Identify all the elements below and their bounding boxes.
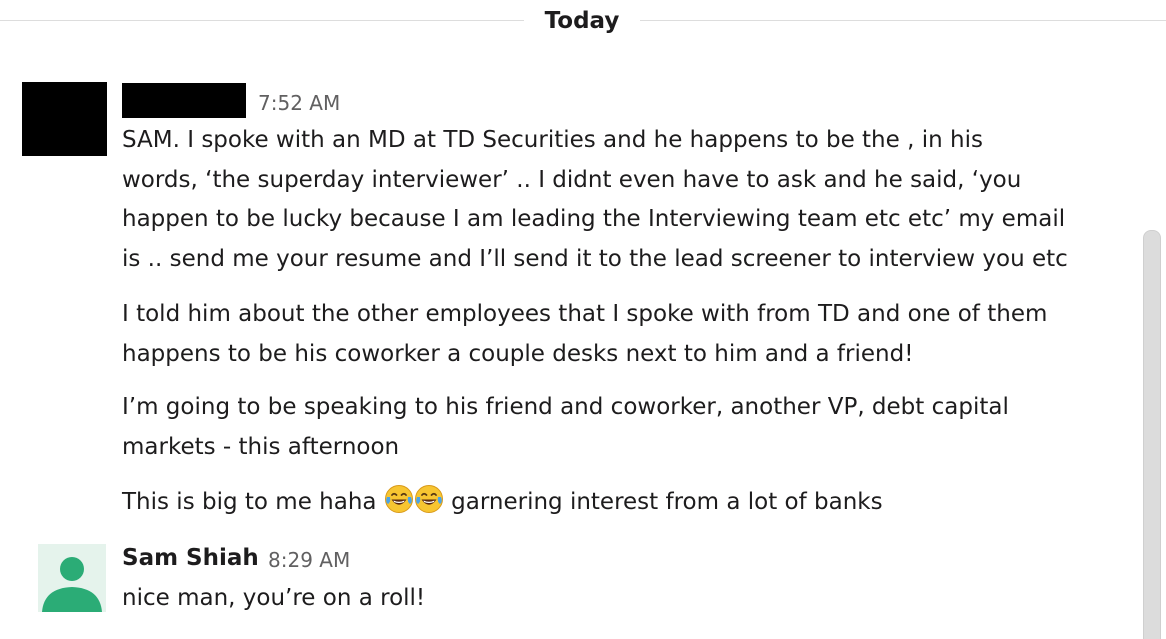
- message-line: I’m going to be speaking to his friend a…: [122, 394, 1009, 420]
- scrollbar-thumb[interactable]: [1143, 230, 1161, 639]
- message-line: words, ‘the superday interviewer’ .. I d…: [122, 166, 1022, 193]
- message-line: happen to be lucky because I am leading …: [122, 206, 1066, 232]
- tears-of-joy-emoji-icon[interactable]: [384, 484, 414, 514]
- avatar[interactable]: [38, 544, 106, 612]
- message-line: markets - this afternoon: [122, 433, 400, 460]
- message-line: I told him about the other employees tha…: [122, 301, 1048, 327]
- tears-of-joy-emoji-icon[interactable]: [414, 484, 444, 514]
- message-paragraph: I told him about the other employees tha…: [122, 295, 1122, 374]
- redacted-avatar[interactable]: [22, 82, 107, 156]
- message-line: This is big to me haha garnering interes…: [122, 483, 1122, 523]
- message-line: is .. send me your resume and I’ll send …: [122, 245, 1068, 272]
- message-text-after-emoji: garnering interest from a lot of banks: [443, 489, 883, 515]
- divider-line-left: [0, 20, 524, 21]
- message-paragraph: This is big to me haha garnering interes…: [122, 483, 1122, 523]
- message-text: nice man, you’re on a roll!: [122, 585, 426, 611]
- message-timestamp[interactable]: 7:52 AM: [258, 90, 340, 116]
- person-icon: [42, 557, 102, 612]
- message-line: SAM. I spoke with an MD at TD Securities…: [122, 127, 983, 153]
- date-divider-label[interactable]: Today: [524, 6, 640, 36]
- message-pane: Today 7:52 AM SAM. I spoke with an MD at…: [0, 0, 1166, 639]
- divider-line-right: [640, 20, 1166, 21]
- sender-name[interactable]: Sam Shiah: [122, 542, 259, 574]
- message-paragraph: SAM. I spoke with an MD at TD Securities…: [122, 121, 1122, 279]
- redacted-sender-name[interactable]: [122, 83, 246, 118]
- message-line: happens to be his coworker a couple desk…: [122, 340, 914, 367]
- message-text-before-emoji: This is big to me haha: [122, 489, 384, 515]
- message-paragraph: I’m going to be speaking to his friend a…: [122, 388, 1122, 467]
- message-timestamp[interactable]: 8:29 AM: [268, 547, 350, 573]
- date-divider: Today: [0, 6, 1166, 38]
